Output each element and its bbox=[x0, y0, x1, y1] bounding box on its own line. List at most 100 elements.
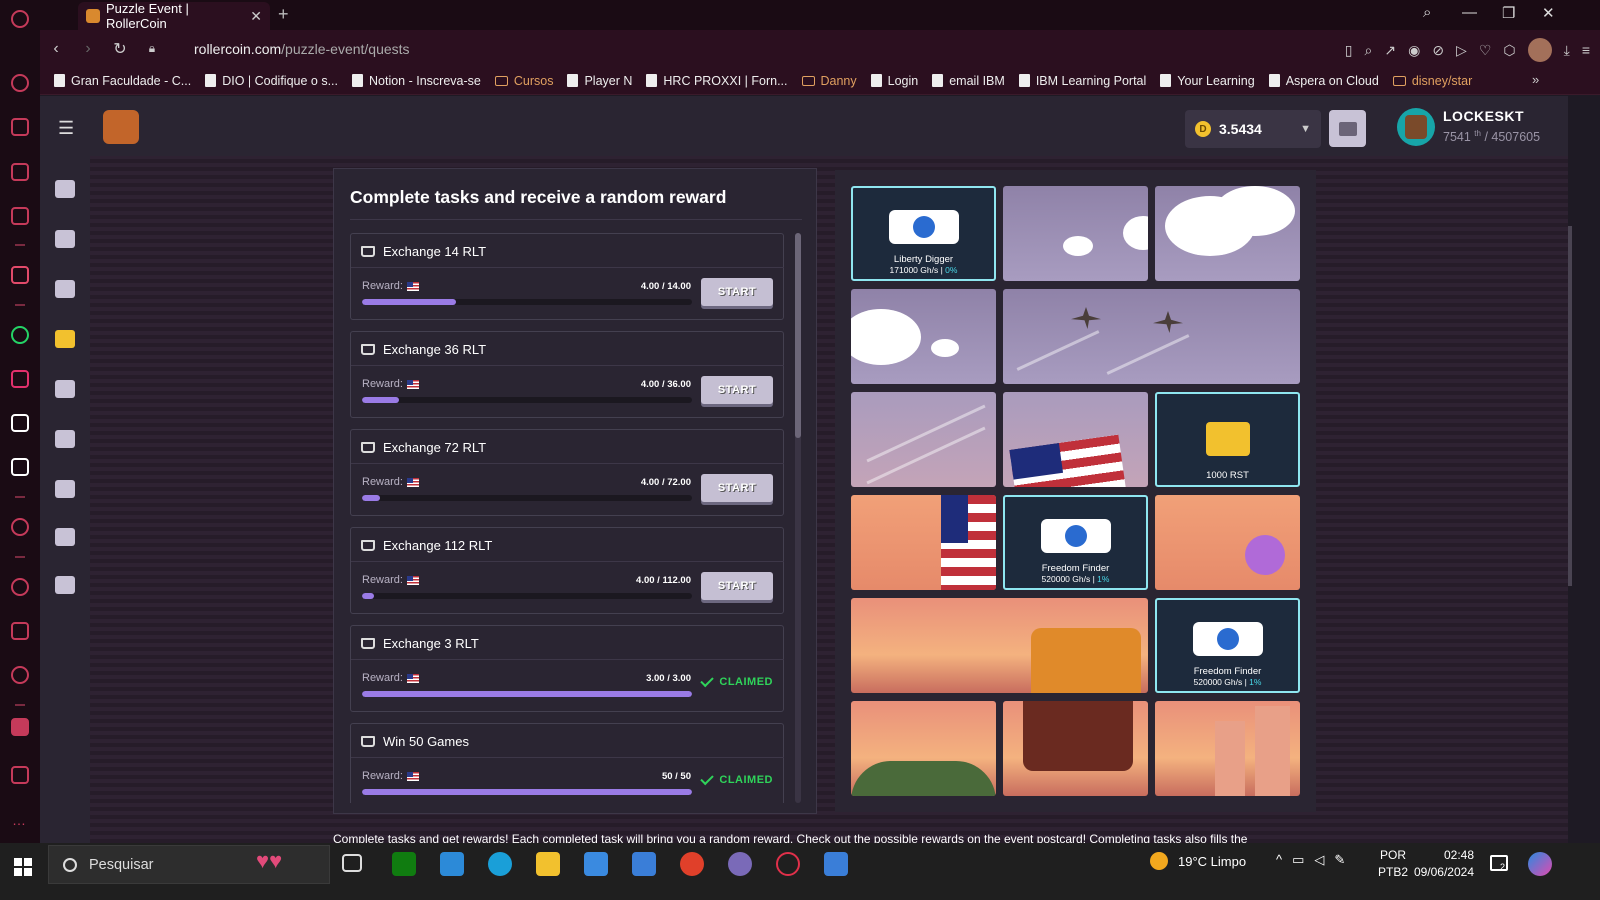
start-button[interactable]: START bbox=[701, 278, 773, 306]
bookmarks-more-icon[interactable]: » bbox=[1532, 72, 1580, 87]
storage-icon[interactable] bbox=[55, 480, 75, 498]
chrome-icon[interactable] bbox=[680, 852, 704, 876]
marketplace-icon[interactable] bbox=[55, 380, 75, 398]
extensions-icon[interactable]: ⬡ bbox=[1503, 42, 1515, 59]
history-icon[interactable] bbox=[11, 578, 29, 596]
volume-icon[interactable]: ◁ bbox=[1314, 852, 1324, 868]
video-icon[interactable] bbox=[11, 518, 29, 536]
taskbar-search[interactable]: Pesquisar bbox=[48, 845, 330, 884]
pen-icon[interactable]: ✎ bbox=[1334, 852, 1345, 868]
back-button[interactable]: ‹ bbox=[40, 40, 72, 58]
adblock-icon[interactable]: ⊘ bbox=[1432, 42, 1444, 59]
quest-list-scrollbar[interactable] bbox=[795, 233, 801, 803]
tools-icon[interactable] bbox=[11, 718, 29, 736]
leaderboard-icon[interactable] bbox=[55, 528, 75, 546]
balance-dropdown[interactable]: D 3.5434 ▼ bbox=[1185, 110, 1321, 148]
scrollbar-thumb[interactable] bbox=[795, 233, 801, 438]
file-explorer-icon[interactable] bbox=[536, 852, 560, 876]
news-icon[interactable] bbox=[55, 576, 75, 594]
send-icon[interactable]: ▷ bbox=[1456, 42, 1467, 59]
x-twitter-icon[interactable] bbox=[11, 414, 29, 432]
forward-button[interactable]: › bbox=[72, 40, 104, 58]
task-view-icon[interactable] bbox=[342, 854, 362, 872]
start-button[interactable]: START bbox=[701, 376, 773, 404]
hamburger-menu-icon[interactable]: ☰ bbox=[58, 118, 74, 139]
instagram-icon[interactable] bbox=[11, 370, 29, 388]
xbox-icon[interactable] bbox=[392, 852, 416, 876]
home-icon[interactable] bbox=[55, 180, 75, 198]
calculator-icon[interactable] bbox=[824, 852, 848, 876]
download-icon[interactable]: ⤓ bbox=[1564, 42, 1570, 59]
bookmark-item[interactable]: Login bbox=[870, 74, 918, 88]
reward-tile-liberty-digger[interactable]: Liberty Digger 171000 Gh/s | 0% bbox=[851, 186, 996, 281]
vscode-icon[interactable] bbox=[440, 852, 464, 876]
browser-tab[interactable]: Puzzle Event | RollerCoin ✕ bbox=[78, 1, 270, 31]
maximize-button[interactable]: ❐ bbox=[1502, 4, 1515, 22]
reward-tile-freedom-finder[interactable]: Freedom Finder 520000 Gh/s | 1% bbox=[1155, 598, 1300, 693]
network-icon[interactable]: ▭ bbox=[1292, 852, 1304, 868]
speed-dial-icon[interactable] bbox=[11, 74, 29, 92]
discord-icon[interactable] bbox=[11, 458, 29, 476]
quests-icon[interactable] bbox=[55, 330, 75, 348]
store-icon[interactable] bbox=[55, 430, 75, 448]
shopping-icon[interactable] bbox=[11, 118, 29, 136]
bookmark-item[interactable]: IBM Learning Portal bbox=[1018, 74, 1146, 88]
start-button[interactable]: START bbox=[701, 474, 773, 502]
bookmark-item[interactable]: Cursos bbox=[494, 74, 553, 88]
bookmark-item[interactable]: DIO | Codifique o s... bbox=[205, 74, 338, 88]
reward-tile-rst[interactable]: 1000 RST bbox=[1155, 392, 1300, 487]
start-button[interactable]: START bbox=[701, 572, 773, 600]
minimize-button[interactable]: — bbox=[1462, 4, 1477, 21]
settings-gear-icon[interactable] bbox=[11, 666, 29, 684]
chevron-up-icon[interactable]: ^ bbox=[1276, 852, 1282, 868]
gallery-icon[interactable] bbox=[11, 766, 29, 784]
copilot-icon[interactable] bbox=[1528, 852, 1552, 876]
player-icon[interactable] bbox=[11, 207, 29, 225]
tasks-icon[interactable] bbox=[55, 280, 75, 298]
edge-icon[interactable] bbox=[488, 852, 512, 876]
new-tab-button[interactable]: + bbox=[278, 4, 289, 25]
bookmark-item[interactable]: email IBM bbox=[932, 74, 1005, 88]
page-scrollbar-thumb[interactable] bbox=[1568, 226, 1572, 586]
user-avatar[interactable] bbox=[1397, 108, 1435, 146]
bookmark-item[interactable]: HRC PROXXI | Forn... bbox=[646, 74, 788, 88]
opera-logo-icon[interactable] bbox=[11, 10, 29, 28]
windows-start-icon[interactable] bbox=[14, 858, 32, 876]
close-window-button[interactable]: ✕ bbox=[1542, 4, 1555, 22]
twitch-icon[interactable] bbox=[11, 163, 29, 181]
language-indicator[interactable]: POR PTB2 bbox=[1378, 847, 1408, 881]
weather-widget[interactable]: 19°C Limpo bbox=[1150, 852, 1246, 870]
bookmark-item[interactable]: Gran Faculdade - C... bbox=[54, 74, 191, 88]
opera-taskbar-icon[interactable] bbox=[776, 852, 800, 876]
bookmark-item[interactable]: Player N bbox=[567, 74, 632, 88]
username[interactable]: LOCKESKT bbox=[1443, 108, 1524, 124]
notification-icon[interactable] bbox=[1490, 855, 1508, 871]
reward-tile-freedom-finder[interactable]: Freedom Finder 520000 Gh/s | 1% bbox=[1003, 495, 1148, 590]
page-scrollbar[interactable] bbox=[1568, 156, 1600, 843]
reader-icon[interactable]: ▯ bbox=[1345, 42, 1353, 59]
rollercoin-logo[interactable] bbox=[103, 110, 139, 144]
bookmark-item[interactable]: Notion - Inscreva-se bbox=[352, 74, 481, 88]
bookmark-item[interactable]: disney/star bbox=[1392, 74, 1472, 88]
menu-icon[interactable]: ≡ bbox=[1582, 42, 1590, 58]
more-icon[interactable]: … bbox=[12, 812, 26, 828]
microsoft-store-icon[interactable] bbox=[584, 852, 608, 876]
wallet-button[interactable] bbox=[1329, 110, 1366, 147]
bookmark-item[interactable]: Aspera on Cloud bbox=[1268, 74, 1379, 88]
snapshot-icon[interactable]: ◉ bbox=[1408, 42, 1420, 59]
reload-button[interactable]: ↻ bbox=[104, 39, 136, 59]
bookmark-item[interactable]: Your Learning bbox=[1160, 74, 1255, 88]
search-tabs-icon[interactable]: ⌕ bbox=[1423, 4, 1431, 21]
games-icon[interactable] bbox=[55, 230, 75, 248]
heart-icon[interactable]: ♡ bbox=[1479, 42, 1492, 59]
zoom-icon[interactable]: ⌕ bbox=[1365, 42, 1373, 59]
aria-icon[interactable] bbox=[11, 266, 29, 284]
mail-icon[interactable] bbox=[632, 852, 656, 876]
whatsapp-icon[interactable] bbox=[11, 326, 29, 344]
close-tab-icon[interactable]: ✕ bbox=[250, 8, 262, 25]
bookmark-item[interactable]: Danny bbox=[801, 74, 857, 88]
clock[interactable]: 02:48 09/06/2024 bbox=[1412, 847, 1474, 881]
extensions-cube-icon[interactable] bbox=[11, 622, 29, 640]
profile-avatar[interactable] bbox=[1527, 38, 1552, 62]
eclipse-icon[interactable] bbox=[728, 852, 752, 876]
